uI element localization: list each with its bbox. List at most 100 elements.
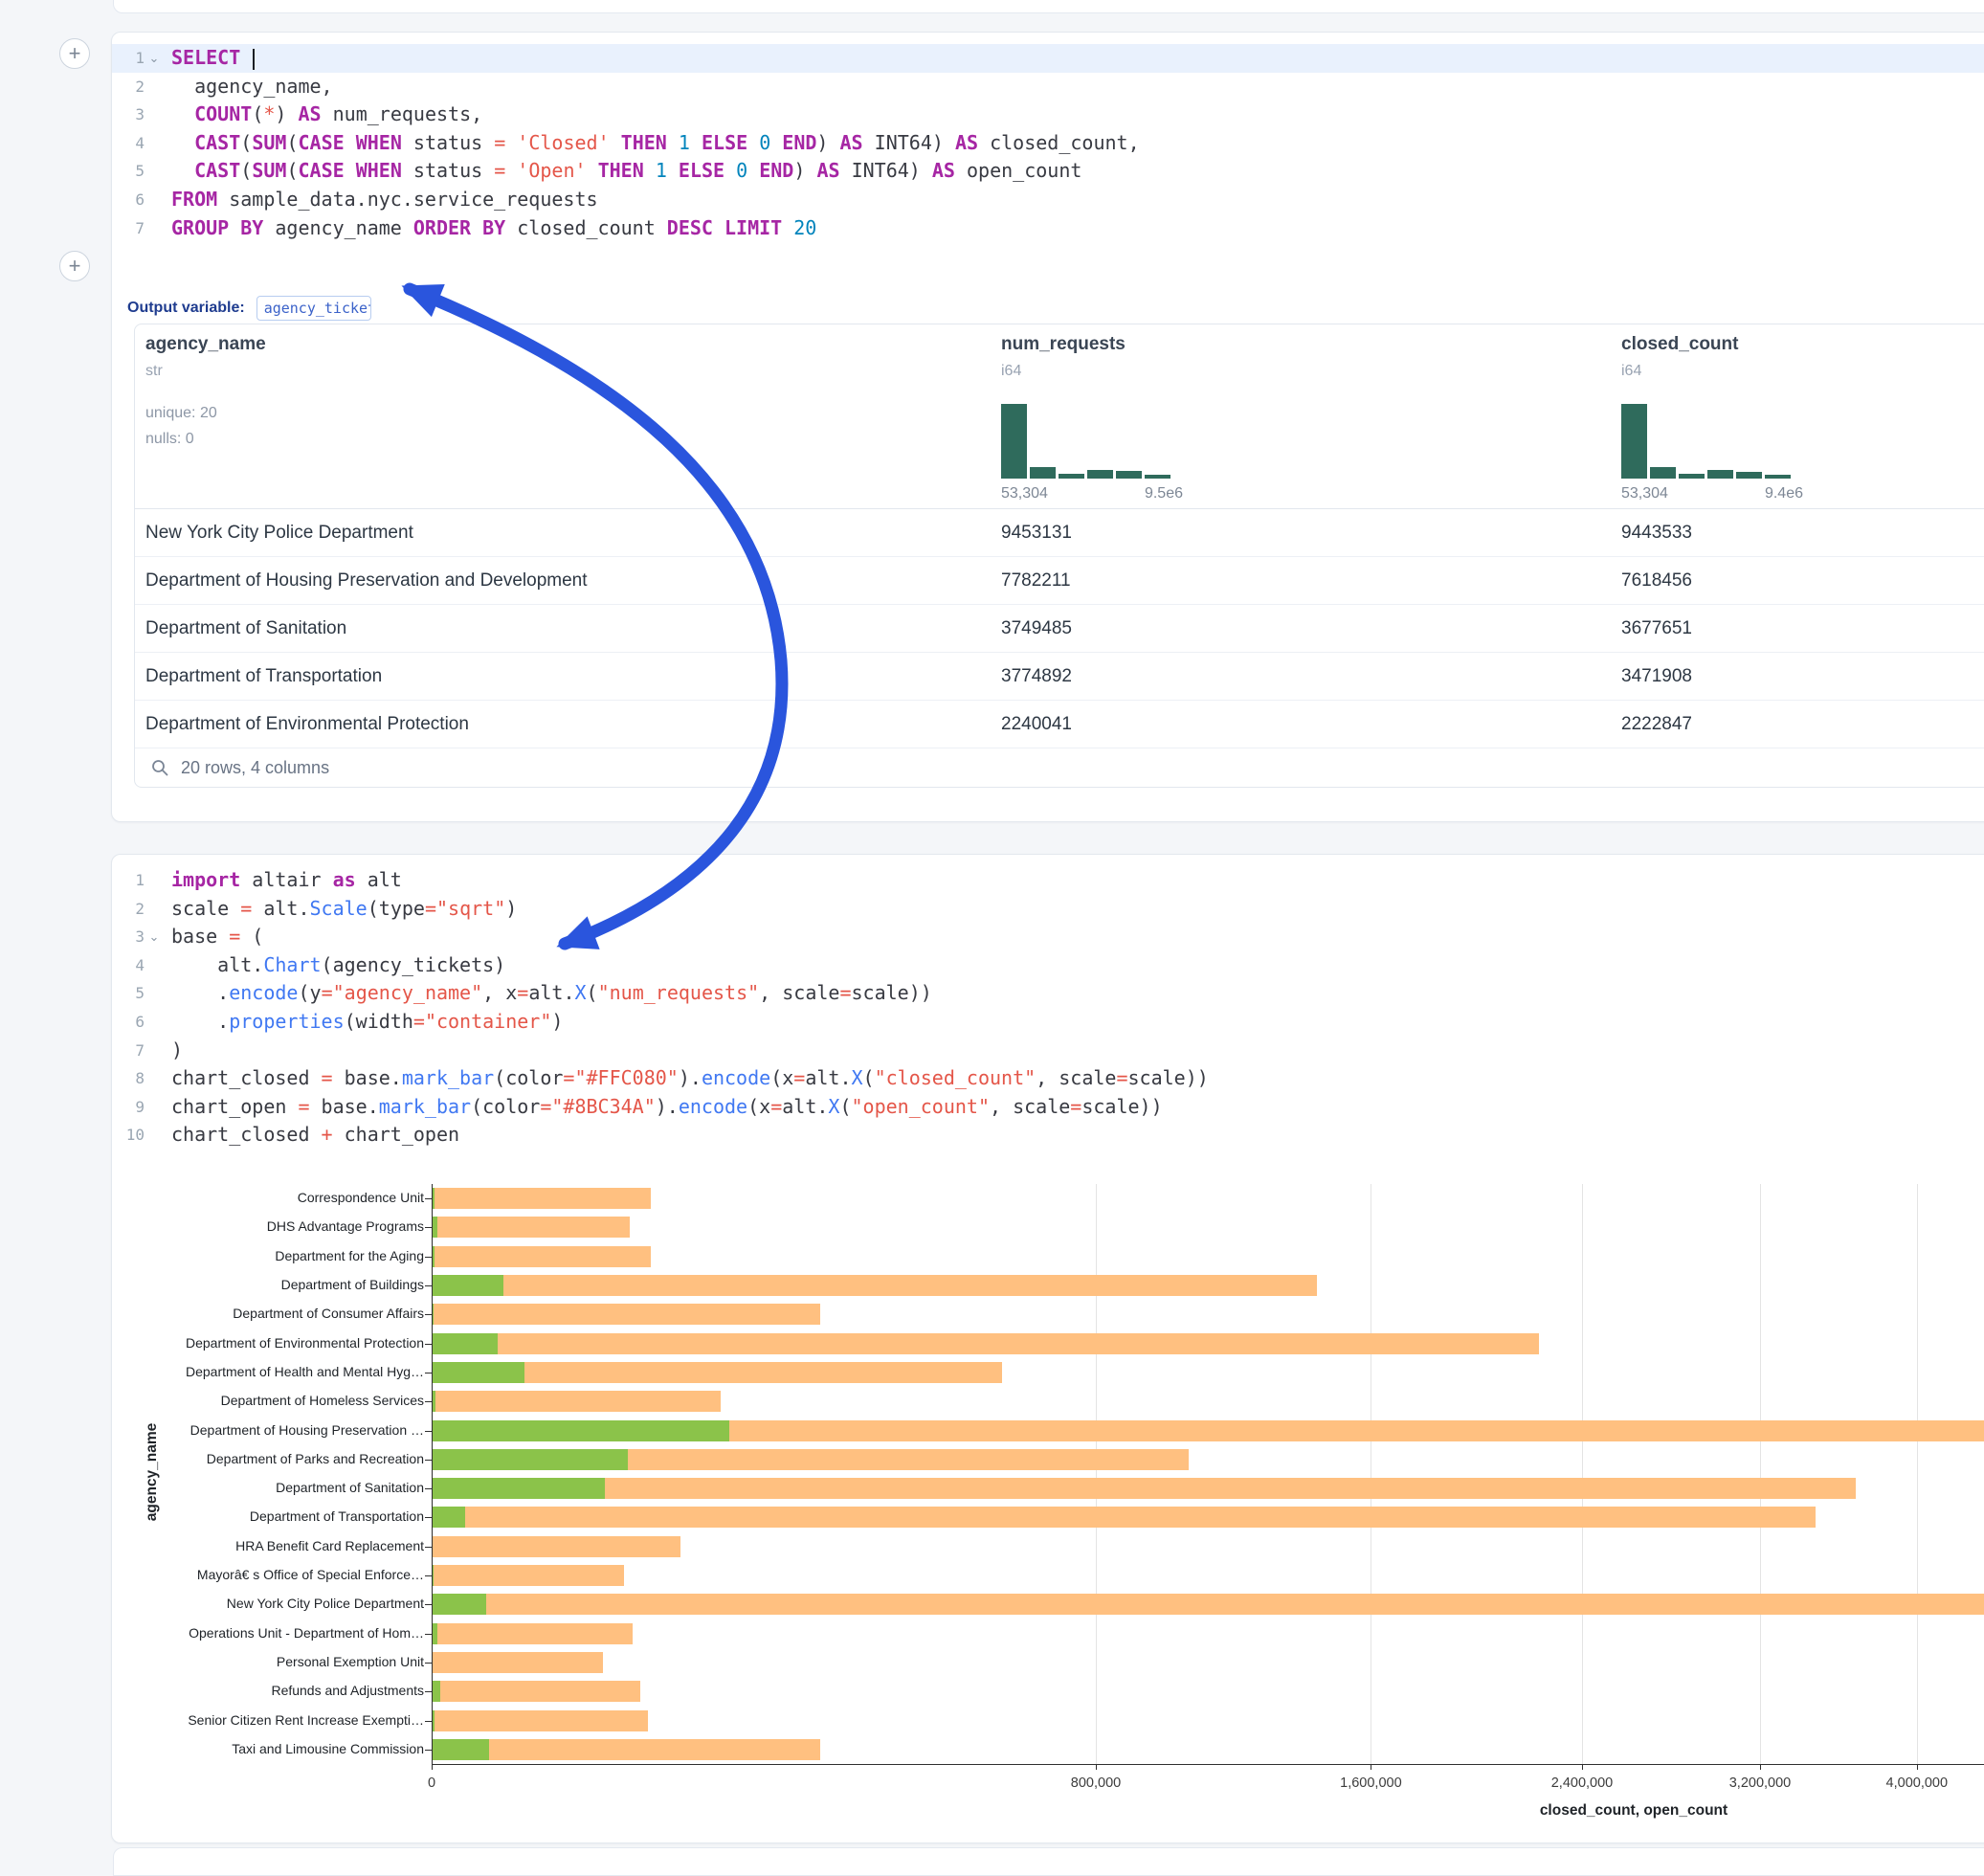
table-row: Department of Environmental Protection22… [135,701,1984,748]
code-text: agency_name, [171,73,333,101]
output-variable-chip[interactable]: agency_tickets [256,296,371,321]
code-line[interactable]: 2 agency_name, [112,73,1984,101]
table-cell: New York City Police Department [145,523,413,544]
table-cell: 7618456 [1621,570,1692,592]
bar-open [433,1449,628,1470]
line-number: 5 [112,157,145,186]
code-text: CAST(SUM(CASE WHEN status = 'Open' THEN … [171,157,1081,186]
x-axis-label: 4,000,000 [1850,1776,1984,1791]
code-line[interactable]: 7 GROUP BY agency_name ORDER BY closed_co… [112,214,1984,243]
table-row: New York City Police Department945313194… [135,509,1984,557]
y-tick [425,1257,432,1258]
histogram-bar [1087,470,1113,479]
histogram-bar [1059,474,1084,479]
table-row: Department of Housing Preservation and D… [135,557,1984,605]
bar-open [433,1739,489,1760]
bar-closed [433,1275,1317,1296]
output-variable-label: Output variable: [127,300,245,317]
bar-open [433,1478,605,1499]
y-axis-label: Department of Buildings [112,1277,424,1292]
table-cell: 3774892 [1001,666,1072,687]
column-type: str [145,363,163,380]
result-table: agency_namestrunique: 20nulls: 0num_requ… [134,324,1984,788]
add-cell-button-middle[interactable]: + [59,251,90,281]
table-cell: 7782211 [1001,570,1071,592]
column-name: num_requests [1001,334,1126,355]
y-tick [425,1634,432,1635]
column-histogram [1001,404,1170,479]
histogram-bar [1679,474,1705,479]
column-stat: nulls: 0 [145,431,194,448]
y-tick [425,1227,432,1228]
code-line[interactable]: 1⌄SELECT [112,44,1984,73]
y-axis-label: Personal Exemption Unit [112,1654,424,1669]
column-name: closed_count [1621,334,1738,355]
histogram-bar [1736,472,1762,479]
bar-open [433,1507,465,1528]
histogram-bar [1116,471,1142,479]
histogram-min: 53,304 [1001,485,1048,502]
bar-closed [433,1217,630,1238]
x-axis-line [432,1764,1984,1765]
fold-caret-icon[interactable]: ⌄ [145,44,164,73]
bar-closed [433,1246,651,1267]
line-number: 6 [112,186,145,214]
table-cell: 3749485 [1001,618,1072,639]
y-tick [425,1721,432,1722]
line-number: 4 [112,129,145,158]
x-axis-label: 0 [365,1776,499,1791]
code-line[interactable]: 3 COUNT(*) AS num_requests, [112,100,1984,129]
bar-open [433,1304,434,1325]
table-summary: 20 rows, 4 columns [181,758,329,778]
code-line[interactable]: 6FROM sample_data.nyc.service_requests [112,186,1984,214]
search-icon[interactable] [150,758,169,777]
histogram-bar [1707,470,1733,479]
bar-closed [433,1391,721,1412]
bar-closed [433,1710,648,1731]
line-number: 7 [112,214,145,243]
histogram-max: 9.5e6 [1145,485,1183,502]
code-line[interactable]: 4 CAST(SUM(CASE WHEN status = 'Closed' T… [112,129,1984,158]
bar-open [433,1333,498,1354]
y-tick [425,1663,432,1664]
text-cursor [253,49,255,70]
next-cell-edge [113,1847,1984,1876]
histogram-bar [1621,404,1647,479]
bar-open [433,1362,524,1383]
bar-chart: Correspondence UnitDHS Advantage Program… [112,855,1984,1842]
bar-open [433,1681,440,1702]
table-cell: Department of Sanitation [145,618,346,639]
table-cell: 2222847 [1621,714,1692,735]
y-tick [425,1604,432,1605]
y-tick [425,1750,432,1751]
table-row: Department of Transportation377489234719… [135,653,1984,701]
bar-open [433,1565,434,1586]
sql-cell: 1⌄SELECT 2 agency_name,3 COUNT(*) AS num… [111,32,1984,822]
table-cell: 3471908 [1621,666,1692,687]
code-text: GROUP BY agency_name ORDER BY closed_cou… [171,214,816,243]
histogram-bar [1001,404,1027,479]
histogram-range: 53,3049.4e6 [1621,485,1803,502]
y-axis-label: Taxi and Limousine Commission [112,1741,424,1756]
x-axis-label: 1,600,000 [1304,1776,1438,1791]
table-cell: 9443533 [1621,523,1692,544]
y-axis-label: DHS Advantage Programs [112,1218,424,1234]
bar-closed [433,1333,1539,1354]
add-cell-button-top[interactable]: + [59,38,90,69]
code-text: COUNT(*) AS num_requests, [171,100,482,129]
y-axis-label: Refunds and Adjustments [112,1683,424,1698]
code-text: SELECT [171,44,255,73]
sql-code-editor[interactable]: 1⌄SELECT 2 agency_name,3 COUNT(*) AS num… [112,44,1984,242]
bar-closed [433,1188,651,1209]
bar-open [433,1275,503,1296]
x-axis-label: 800,000 [1029,1776,1163,1791]
bar-open [433,1710,435,1731]
bar-closed [433,1739,820,1760]
code-line[interactable]: 5 CAST(SUM(CASE WHEN status = 'Open' THE… [112,157,1984,186]
y-axis-label: Department of Consumer Affairs [112,1306,424,1321]
histogram-min: 53,304 [1621,485,1668,502]
y-tick [425,1691,432,1692]
y-tick [425,1198,432,1199]
bar-closed [433,1681,640,1702]
bar-closed [433,1623,633,1644]
